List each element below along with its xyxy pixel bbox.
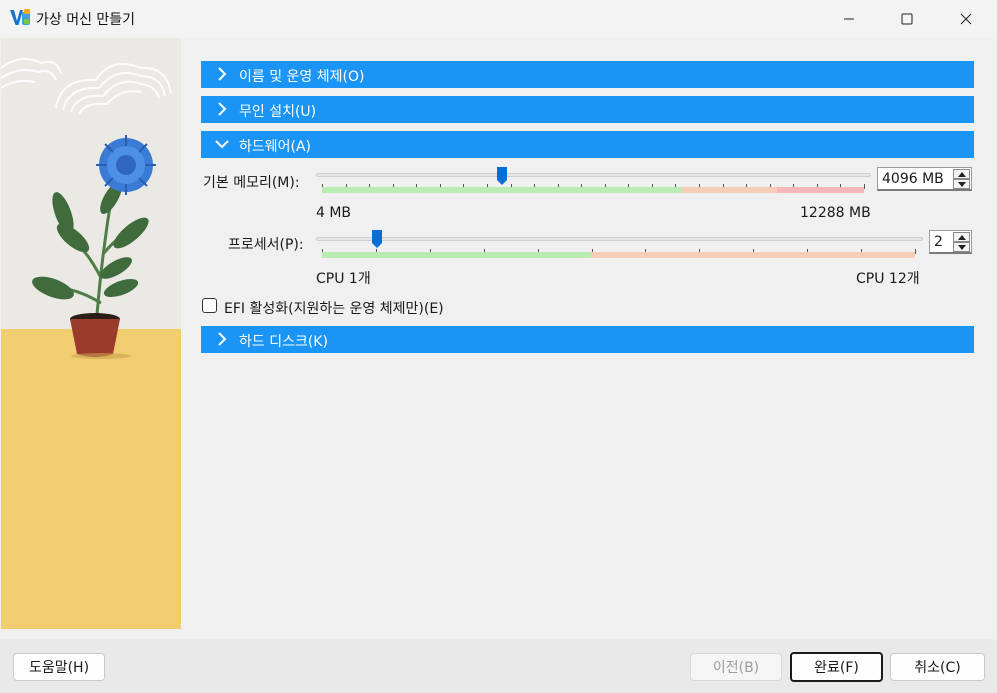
close-icon [960,13,972,25]
memory-slider-thumb[interactable] [496,166,508,186]
processor-max-label: CPU 12개 [856,271,920,287]
help-button[interactable]: 도움말(H) [13,653,105,681]
maximize-button[interactable] [878,0,936,38]
memory-zone-caution [682,187,777,193]
processor-value: 2 [934,234,943,250]
slider-tick [864,184,865,189]
minimize-button[interactable] [820,0,878,38]
memory-zone-danger [777,187,864,193]
memory-value: 4096 MB [882,171,944,187]
processor-slider-track [316,237,923,241]
maximize-icon [901,13,913,25]
memory-slider[interactable] [316,166,871,196]
processor-label: 프로세서(P): [228,237,304,253]
processor-spin-arrows [953,232,970,252]
memory-spin-down-button[interactable] [953,179,970,189]
processor-zone-safe [322,252,591,258]
efi-label[interactable]: EFI 활성화(지원하는 운영 체제만)(E) [224,298,444,318]
memory-spin-up-button[interactable] [953,169,970,179]
processor-slider[interactable] [316,228,923,260]
section-hardware-label: 하드웨어(A) [239,139,312,155]
wizard-footer: 도움말(H) 이전(B) 완료(F) 취소(C) [0,639,997,693]
virtualbox-icon [10,9,30,25]
wizard-illustration [1,38,181,629]
chevron-right-icon [218,332,227,346]
processor-spinbox[interactable]: 2 [929,230,972,254]
processor-spin-down-button[interactable] [953,242,970,252]
section-unattended-install[interactable]: 무인 설치(U) [201,96,974,123]
cancel-button[interactable]: 취소(C) [890,653,985,681]
caret-up-icon [957,171,966,177]
chevron-down-icon [215,140,229,149]
section-hard-disk-label: 하드 디스크(K) [239,334,328,350]
memory-spinbox[interactable]: 4096 MB [877,167,972,191]
memory-label: 기본 메모리(M): [203,175,300,191]
caret-down-icon [957,181,966,187]
section-name-os[interactable]: 이름 및 운영 체제(O) [201,61,974,88]
processor-min-label: CPU 1개 [316,271,371,287]
chevron-right-icon [218,102,227,116]
chevron-right-icon [218,67,227,81]
potted-flower-illustration [1,38,181,629]
efi-checkbox[interactable] [202,298,217,313]
processor-zone-caution [591,252,915,258]
finish-button[interactable]: 완료(F) [790,652,883,682]
memory-min-label: 4 MB [316,205,352,221]
window-title: 가상 머신 만들기 [36,12,136,28]
slider-tick [915,249,916,254]
processor-spin-up-button[interactable] [953,232,970,242]
memory-slider-track [316,173,871,177]
memory-spin-arrows [953,169,970,189]
caret-up-icon [957,234,966,240]
section-unattended-label: 무인 설치(U) [239,104,317,120]
back-button[interactable]: 이전(B) [690,653,782,681]
title-bar: 가상 머신 만들기 [0,0,997,38]
section-hardware[interactable]: 하드웨어(A) [201,131,974,158]
memory-max-label: 12288 MB [800,205,871,221]
processor-slider-thumb[interactable] [371,229,383,249]
caret-down-icon [957,244,966,250]
memory-zone-safe [322,187,682,193]
section-name-os-label: 이름 및 운영 체제(O) [239,69,365,85]
section-hard-disk[interactable]: 하드 디스크(K) [201,326,974,353]
minimize-icon [844,18,854,20]
close-button[interactable] [937,0,995,38]
